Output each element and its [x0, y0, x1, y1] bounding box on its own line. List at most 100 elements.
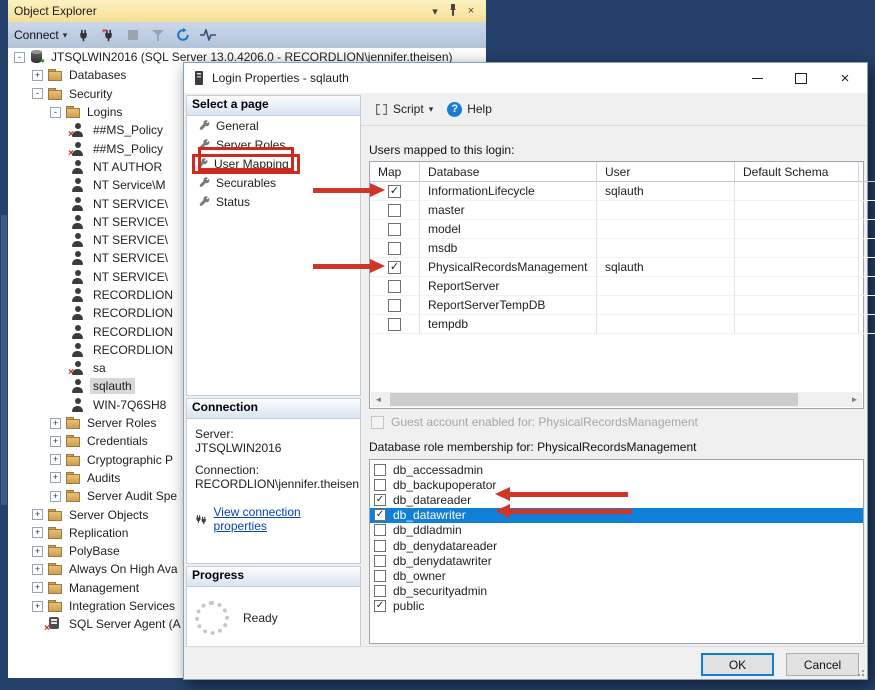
maximize-button[interactable]: [779, 63, 823, 93]
tree-item-label: SQL Server Agent (A: [66, 616, 184, 632]
tree-expander[interactable]: +: [32, 527, 43, 538]
minimize-button[interactable]: [735, 63, 779, 93]
user-cell[interactable]: [597, 239, 735, 258]
page-item[interactable]: General: [187, 116, 360, 135]
user-cell[interactable]: sqlauth: [597, 258, 735, 277]
role-checkbox[interactable]: [374, 600, 386, 612]
scroll-left-icon[interactable]: ◄: [371, 392, 386, 407]
script-button[interactable]: Script ▾: [371, 99, 437, 119]
role-checkbox[interactable]: [374, 509, 386, 521]
default-schema-cell[interactable]: [735, 315, 859, 334]
pin-icon[interactable]: [444, 4, 462, 19]
window-position-icon[interactable]: ▾: [426, 5, 444, 18]
tree-expander[interactable]: -: [14, 52, 25, 63]
tree-expander[interactable]: +: [32, 70, 43, 81]
map-checkbox[interactable]: [388, 261, 401, 274]
user-mapping-row[interactable]: ReportServerTempDB: [370, 296, 863, 315]
role-checkbox[interactable]: [374, 555, 386, 567]
filter-icon[interactable]: [149, 26, 167, 44]
tree-expander[interactable]: +: [50, 491, 61, 502]
tree-expander[interactable]: -: [50, 107, 61, 118]
role-item[interactable]: db_backupoperator: [370, 477, 863, 492]
tree-expander[interactable]: +: [50, 436, 61, 447]
role-checkbox[interactable]: [374, 524, 386, 536]
default-schema-cell[interactable]: [735, 258, 859, 277]
tree-expander[interactable]: +: [32, 546, 43, 557]
role-item[interactable]: public: [370, 599, 863, 614]
scrollbar-thumb[interactable]: [390, 393, 798, 406]
connect-object-icon[interactable]: [74, 26, 92, 44]
role-item[interactable]: db_ddladmin: [370, 523, 863, 538]
role-checkbox[interactable]: [374, 570, 386, 582]
map-checkbox[interactable]: [388, 318, 401, 331]
map-checkbox[interactable]: [388, 223, 401, 236]
filler-cell: [859, 220, 875, 239]
role-checkbox[interactable]: [374, 585, 386, 597]
user-cell[interactable]: [597, 296, 735, 315]
role-item[interactable]: db_accessadmin: [370, 462, 863, 477]
scroll-right-icon[interactable]: ►: [847, 392, 862, 407]
map-checkbox[interactable]: [388, 299, 401, 312]
tree-expander[interactable]: +: [32, 582, 43, 593]
resize-grip[interactable]: [855, 667, 865, 677]
map-checkbox[interactable]: [388, 185, 401, 198]
column-header-user[interactable]: User: [597, 162, 735, 182]
horizontal-scrollbar[interactable]: ◄ ►: [371, 392, 862, 407]
disconnect-icon[interactable]: ×: [99, 26, 117, 44]
user-cell[interactable]: [597, 220, 735, 239]
role-item[interactable]: db_denydatawriter: [370, 553, 863, 568]
role-item[interactable]: db_securityadmin: [370, 584, 863, 599]
cancel-button[interactable]: Cancel: [786, 653, 859, 676]
connect-button[interactable]: Connect ▾: [14, 28, 67, 42]
role-checkbox[interactable]: [374, 494, 386, 506]
column-header-database[interactable]: Database: [420, 162, 597, 182]
tree-item-icon: [71, 197, 87, 211]
role-checkbox[interactable]: [374, 464, 386, 476]
stop-icon[interactable]: [124, 26, 142, 44]
user-mapping-row[interactable]: ReportServer: [370, 277, 863, 296]
close-button[interactable]: ×: [823, 63, 867, 93]
user-cell[interactable]: sqlauth: [597, 182, 735, 201]
user-mapping-row[interactable]: PhysicalRecordsManagement sqlauth: [370, 258, 863, 277]
default-schema-cell[interactable]: [735, 277, 859, 296]
default-schema-cell[interactable]: [735, 201, 859, 220]
user-mapping-row[interactable]: master: [370, 201, 863, 220]
tree-expander[interactable]: +: [50, 454, 61, 465]
map-checkbox[interactable]: [388, 242, 401, 255]
user-cell[interactable]: [597, 201, 735, 220]
page-item[interactable]: Status: [187, 192, 360, 211]
close-icon[interactable]: ×: [462, 5, 480, 17]
column-header-default-schema[interactable]: Default Schema: [735, 162, 859, 182]
role-checkbox[interactable]: [374, 479, 386, 491]
ok-button[interactable]: OK: [701, 653, 774, 676]
tree-expander[interactable]: +: [32, 564, 43, 575]
help-button[interactable]: ? Help: [443, 99, 496, 120]
activity-monitor-icon[interactable]: [199, 26, 217, 44]
map-checkbox[interactable]: [388, 204, 401, 217]
refresh-icon[interactable]: [174, 26, 192, 44]
role-item[interactable]: db_owner: [370, 568, 863, 583]
user-mapping-row[interactable]: msdb: [370, 239, 863, 258]
user-cell[interactable]: [597, 277, 735, 296]
user-mapping-row[interactable]: InformationLifecycle sqlauth: [370, 182, 863, 201]
map-checkbox[interactable]: [388, 280, 401, 293]
tree-expander[interactable]: -: [32, 88, 43, 99]
window-edge-scroll-thumb[interactable]: [1, 215, 7, 505]
view-connection-properties-link[interactable]: View connection properties: [214, 505, 352, 533]
column-header-map[interactable]: Map: [370, 162, 420, 182]
tree-item-label: Logins: [84, 104, 125, 120]
dialog-titlebar[interactable]: Login Properties - sqlauth ×: [184, 63, 867, 93]
user-cell[interactable]: [597, 315, 735, 334]
tree-expander[interactable]: +: [50, 472, 61, 483]
tree-expander[interactable]: +: [50, 418, 61, 429]
user-mapping-row[interactable]: tempdb: [370, 315, 863, 334]
tree-expander[interactable]: +: [32, 509, 43, 520]
user-mapping-row[interactable]: model: [370, 220, 863, 239]
role-checkbox[interactable]: [374, 540, 386, 552]
default-schema-cell[interactable]: [735, 239, 859, 258]
role-item[interactable]: db_denydatareader: [370, 538, 863, 553]
default-schema-cell[interactable]: [735, 182, 859, 201]
default-schema-cell[interactable]: [735, 220, 859, 239]
default-schema-cell[interactable]: [735, 296, 859, 315]
tree-expander[interactable]: +: [32, 601, 43, 612]
